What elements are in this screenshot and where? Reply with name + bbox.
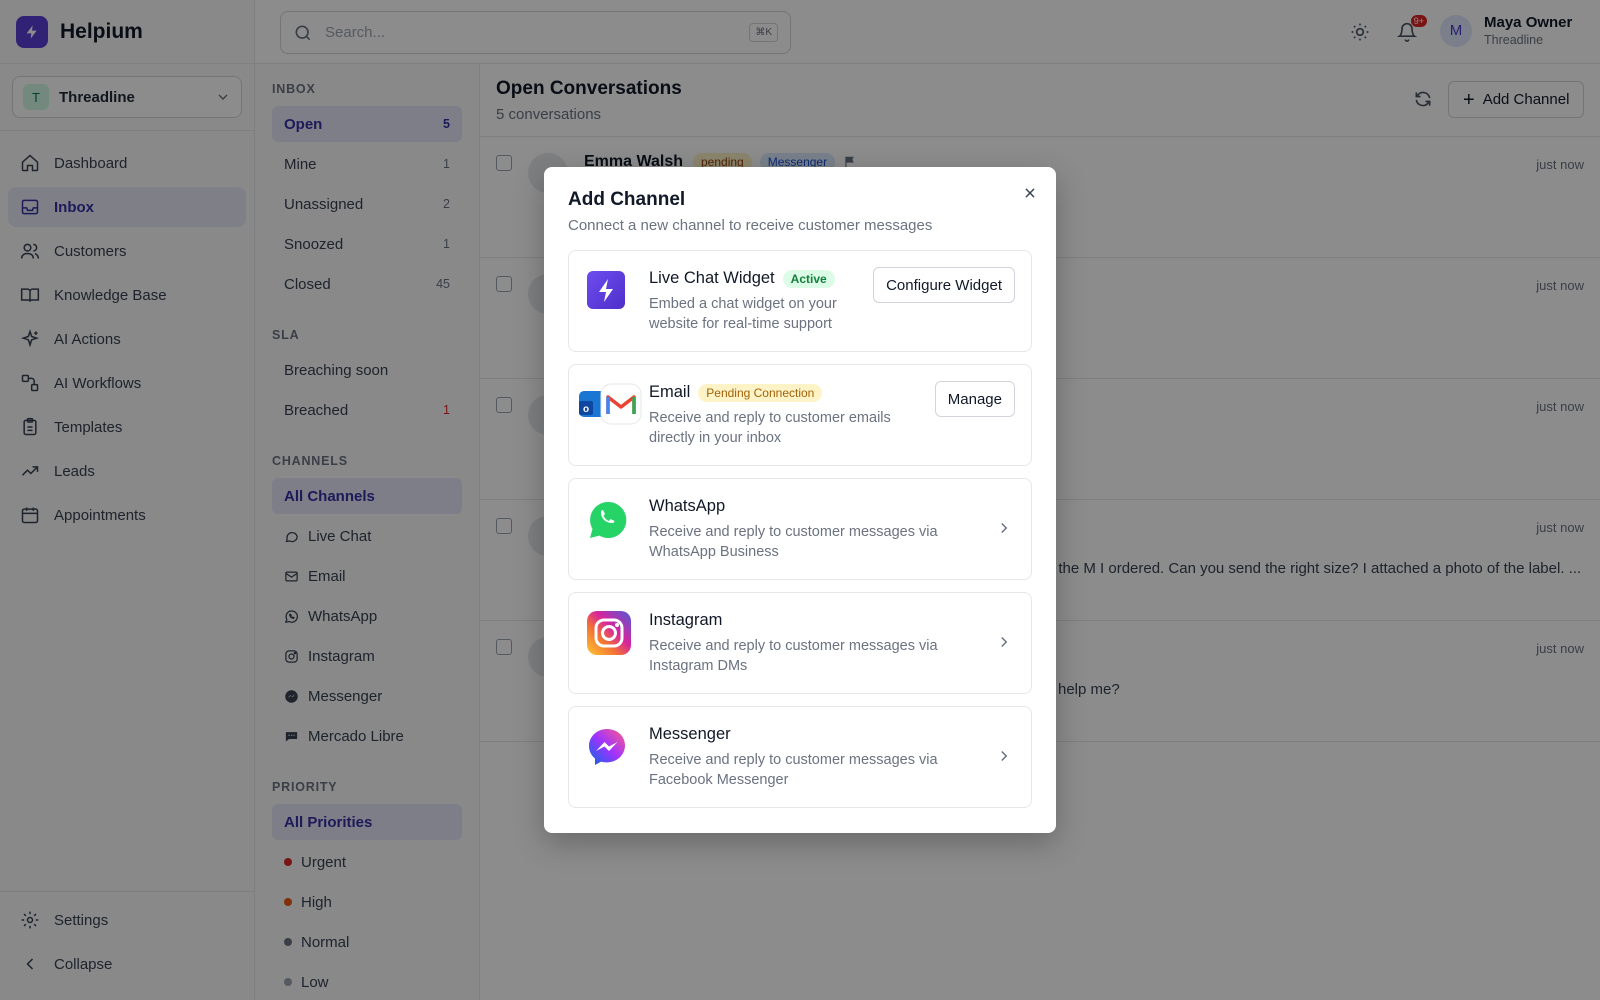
lightning-icon xyxy=(587,271,629,313)
close-button[interactable] xyxy=(1020,183,1040,203)
chevron-right-icon xyxy=(1001,522,1008,534)
email-providers-icon: o xyxy=(577,383,643,425)
chevron-right-icon xyxy=(1001,750,1008,762)
chevron-right-icon xyxy=(1001,636,1008,648)
add-channel-dialog: Add Channel Connect a new channel to rec… xyxy=(544,167,1056,833)
channel-card-live-chat: Live Chat Widget Active Embed a chat widg… xyxy=(568,250,1032,352)
channel-card-messenger[interactable]: Messenger Receive and reply to customer … xyxy=(568,706,1032,808)
close-icon xyxy=(1025,188,1035,198)
channel-name: Messenger xyxy=(649,725,731,743)
dialog-subtitle: Connect a new channel to receive custome… xyxy=(568,217,933,234)
channel-description: Receive and reply to customer messages v… xyxy=(649,752,938,788)
status-badge: Active xyxy=(782,269,835,288)
channel-name: Live Chat Widget xyxy=(649,269,775,287)
channel-name: Instagram xyxy=(649,611,723,629)
channel-description: Embed a chat widget on your website for … xyxy=(649,296,837,332)
channel-name: WhatsApp xyxy=(649,497,726,515)
manage-button[interactable]: Manage xyxy=(934,381,1015,417)
channel-description: Receive and reply to customer emails dir… xyxy=(649,410,891,446)
status-badge: Pending Connection xyxy=(698,383,823,402)
dialog-title: Add Channel xyxy=(568,189,686,210)
channel-card-instagram[interactable]: Instagram Receive and reply to customer … xyxy=(568,592,1032,694)
configure-widget-button[interactable]: Configure Widget xyxy=(873,267,1015,303)
instagram-icon xyxy=(587,611,631,655)
channel-card-whatsapp[interactable]: WhatsApp Receive and reply to customer m… xyxy=(568,478,1032,580)
channel-description: Receive and reply to customer messages v… xyxy=(649,524,938,560)
channel-card-email: o Email Pending Connection Receive and re… xyxy=(568,364,1032,466)
svg-text:o: o xyxy=(583,404,589,415)
channel-description: Receive and reply to customer messages v… xyxy=(649,638,938,674)
whatsapp-icon xyxy=(587,499,629,541)
channel-name: Email xyxy=(649,383,691,401)
messenger-icon xyxy=(587,727,629,769)
